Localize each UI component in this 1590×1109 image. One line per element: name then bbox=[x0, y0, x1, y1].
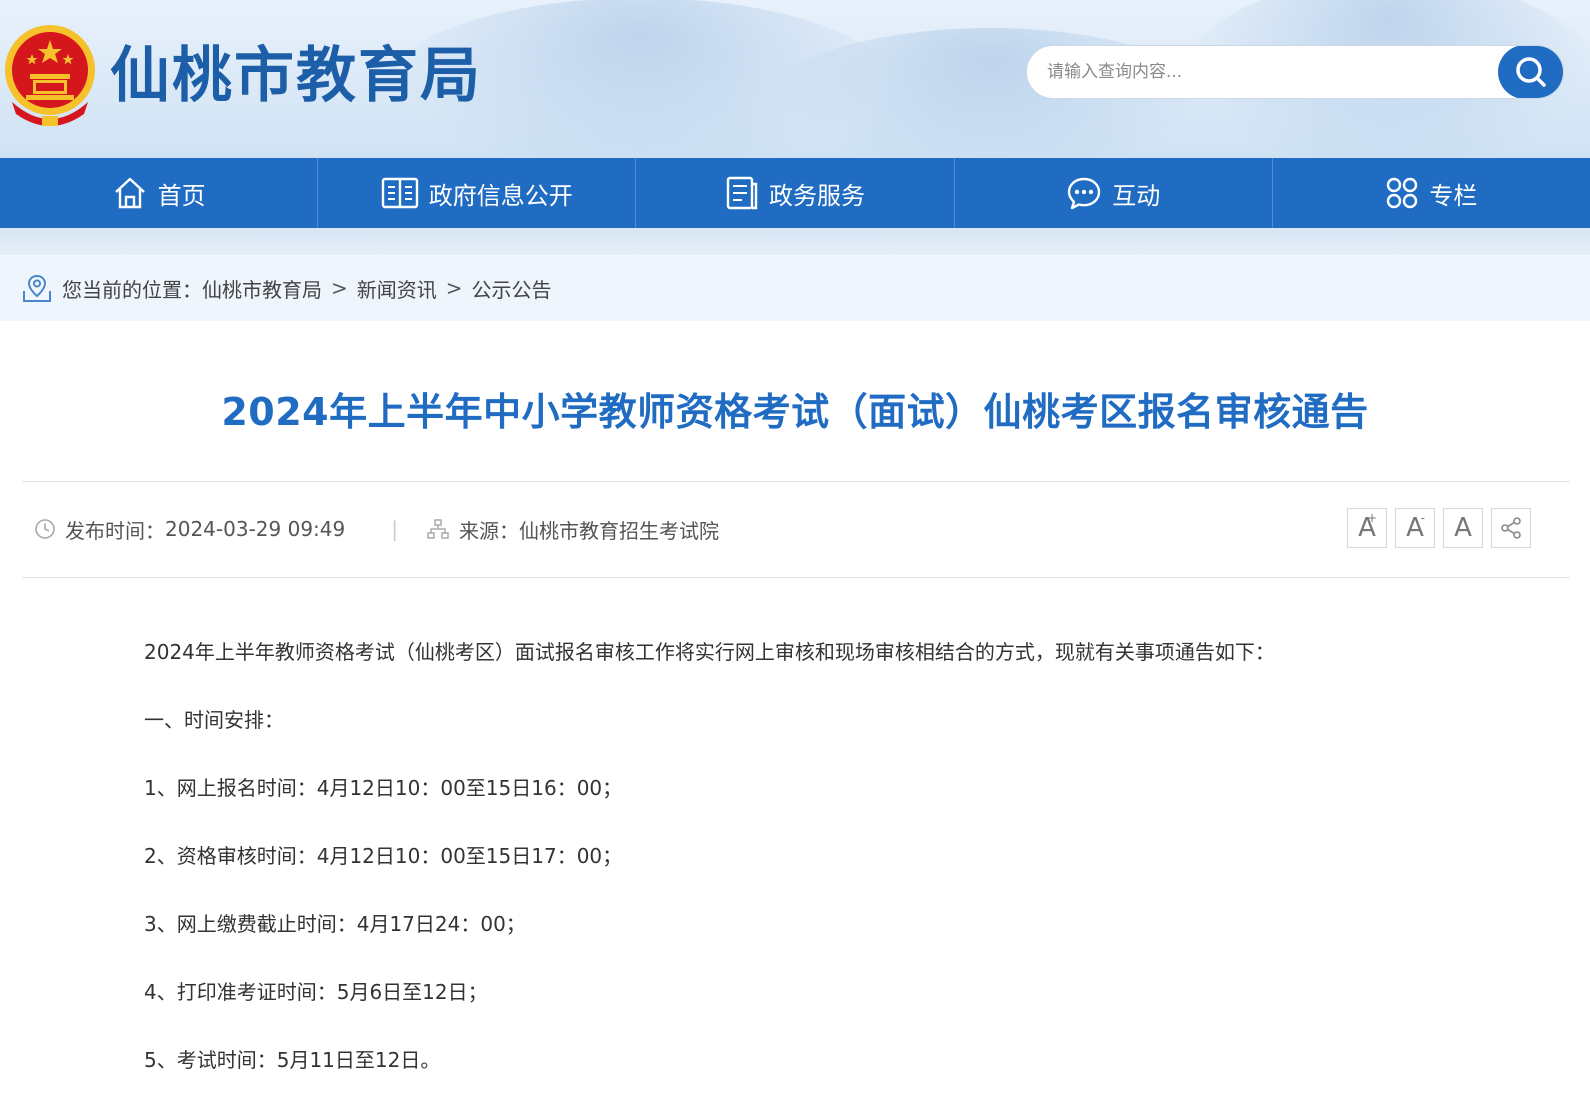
nav-item-gov-info[interactable]: 政府信息公开 bbox=[318, 158, 637, 228]
source-label: 来源： bbox=[458, 518, 519, 543]
article-paragraph: 2、资格审核时间：4月12日10：00至15日17：00； bbox=[144, 844, 623, 868]
open-book-icon bbox=[381, 177, 418, 209]
meta-divider: | bbox=[391, 517, 398, 541]
home-icon bbox=[114, 177, 145, 209]
article-paragraph: 5、考试时间：5月11日至12日。 bbox=[144, 1048, 441, 1072]
chat-bubble-icon bbox=[1068, 177, 1101, 210]
divider bbox=[22, 481, 1570, 482]
search-box bbox=[1026, 45, 1564, 99]
article-tools: A + A - A bbox=[1347, 508, 1531, 548]
article-meta: 发布时间： 2024-03-29 09:49 | 来源： 仙桃市教育招生考试院 bbox=[34, 506, 719, 552]
article-paragraph: 3、网上缴费截止时间：4月17日24：00； bbox=[144, 912, 526, 936]
nav-item-columns[interactable]: 专栏 bbox=[1273, 158, 1590, 228]
search-icon bbox=[1516, 57, 1546, 87]
nav-item-home[interactable]: 首页 bbox=[0, 158, 319, 228]
grid-clover-icon bbox=[1387, 177, 1418, 209]
search-input[interactable] bbox=[1027, 46, 1497, 98]
article-title: 2024年上半年中小学教师资格考试（面试）仙桃考区报名审核通告 bbox=[221, 390, 1369, 434]
breadcrumb-link-notices[interactable]: 公示公告 bbox=[472, 274, 552, 303]
font-increase-button[interactable]: A + bbox=[1347, 508, 1387, 548]
font-decrease-mark: - bbox=[1420, 511, 1425, 525]
article-paragraph: 1、网上报名时间：4月12日10：00至15日16：00； bbox=[144, 776, 623, 800]
font-reset-icon: A bbox=[1454, 513, 1472, 543]
site-title: 仙桃市教育局 bbox=[110, 41, 482, 111]
breadcrumb-link-home[interactable]: 仙桃市教育局 bbox=[202, 274, 322, 303]
search-button[interactable] bbox=[1498, 46, 1563, 98]
nav-item-label: 政务服务 bbox=[769, 181, 865, 210]
nav-shadow-band bbox=[0, 228, 1590, 255]
font-reset-button[interactable]: A bbox=[1443, 508, 1483, 548]
font-decrease-button[interactable]: A - bbox=[1395, 508, 1435, 548]
nav-item-label: 政府信息公开 bbox=[428, 181, 573, 210]
breadcrumb: 您当前的位置： 仙桃市教育局 > 新闻资讯 > 公示公告 bbox=[0, 255, 1590, 321]
site-header: 仙桃市教育局 bbox=[0, 0, 1590, 158]
share-icon bbox=[1501, 517, 1521, 539]
nav-item-gov-services[interactable]: 政务服务 bbox=[636, 158, 955, 228]
document-list-icon bbox=[726, 176, 758, 210]
publish-label: 发布时间： bbox=[65, 518, 165, 543]
nav-item-interaction[interactable]: 互动 bbox=[955, 158, 1273, 228]
article-paragraph: 2024年上半年教师资格考试（仙桃考区）面试报名审核工作将实行网上审核和现场审核… bbox=[144, 640, 1275, 664]
breadcrumb-link-news[interactable]: 新闻资讯 bbox=[357, 274, 437, 303]
source-value: 仙桃市教育招生考试院 bbox=[518, 518, 719, 543]
location-pin-icon bbox=[23, 274, 51, 302]
nav-item-label: 互动 bbox=[1112, 181, 1161, 210]
nav-item-label: 首页 bbox=[157, 181, 206, 210]
article-body: 2024年上半年教师资格考试（仙桃考区）面试报名审核工作将实行网上审核和现场审核… bbox=[144, 630, 1444, 1106]
share-button[interactable] bbox=[1491, 508, 1531, 548]
breadcrumb-separator: > bbox=[331, 276, 348, 300]
clock-icon bbox=[35, 519, 55, 539]
nav-item-label: 专栏 bbox=[1429, 181, 1478, 210]
org-chart-icon bbox=[427, 519, 449, 539]
publish-time: 2024-03-29 09:49 bbox=[165, 517, 346, 541]
breadcrumb-prefix: 您当前的位置： bbox=[62, 277, 202, 302]
article-paragraph: 4、打印准考证时间：5月6日至12日； bbox=[144, 980, 488, 1004]
main-nav: 首页 政府信息公开 政务服务 互动 专栏 bbox=[0, 158, 1590, 228]
divider bbox=[22, 577, 1570, 578]
article-paragraph: 一、时间安排： bbox=[144, 708, 284, 732]
breadcrumb-separator: > bbox=[445, 276, 463, 300]
font-increase-mark: + bbox=[1366, 511, 1377, 525]
national-emblem-icon bbox=[5, 25, 95, 126]
